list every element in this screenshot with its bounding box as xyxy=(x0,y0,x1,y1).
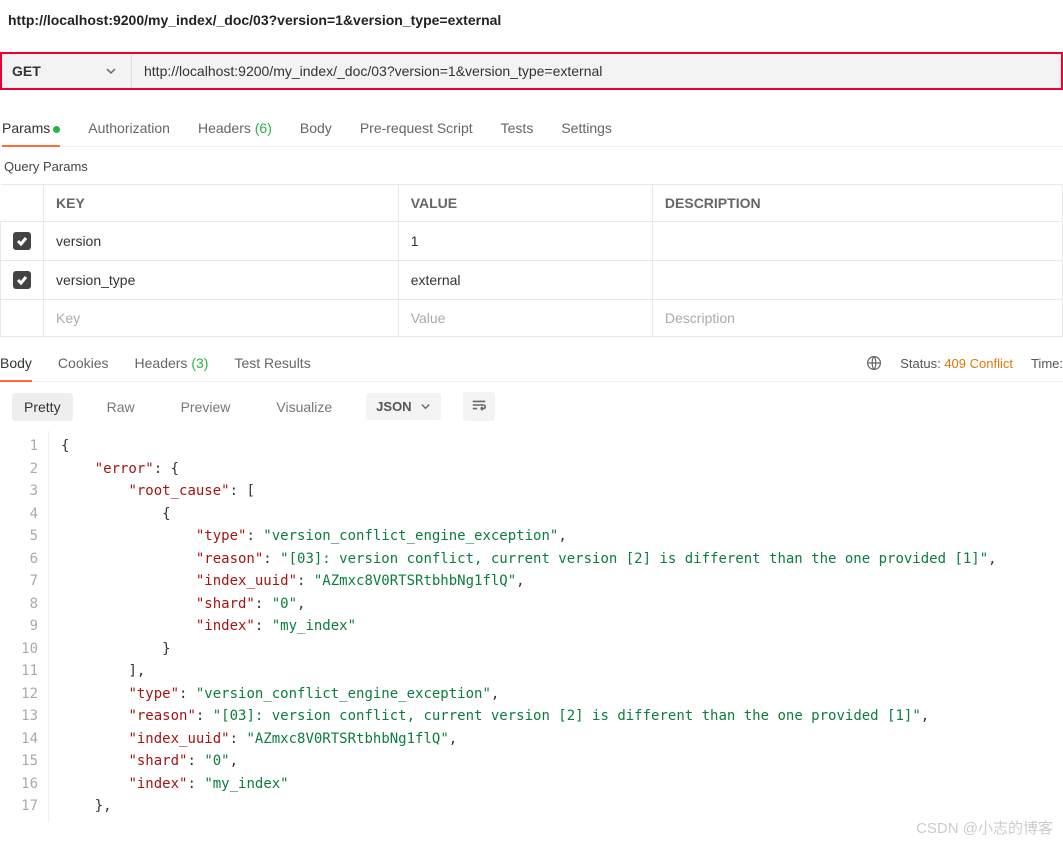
tab-prerequest[interactable]: Pre-request Script xyxy=(360,110,473,146)
cell-description-placeholder[interactable]: Description xyxy=(652,300,1062,337)
col-value: VALUE xyxy=(398,185,652,222)
request-tabs: Params Authorization Headers (6) Body Pr… xyxy=(0,110,1063,147)
json-code[interactable]: { "error": { "root_cause": [ { "type": "… xyxy=(48,431,1063,822)
request-bar: GET http://localhost:9200/my_index/_doc/… xyxy=(0,52,1063,90)
tab-body[interactable]: Body xyxy=(300,110,332,146)
cell-value[interactable]: external xyxy=(398,261,652,300)
row-checkbox[interactable] xyxy=(13,271,31,289)
response-tabs: Body Cookies Headers (3) Test Results St… xyxy=(0,345,1063,382)
method-label: GET xyxy=(12,63,41,79)
chevron-down-icon xyxy=(420,401,431,412)
wrap-icon xyxy=(471,398,487,412)
section-label: Query Params xyxy=(0,147,1063,184)
col-description: DESCRIPTION xyxy=(652,185,1062,222)
response-body: 1234567891011121314151617 { "error": { "… xyxy=(0,431,1063,822)
status-label: Status: 409 Conflict xyxy=(900,356,1013,371)
cell-value[interactable]: 1 xyxy=(398,222,652,261)
wrap-toggle[interactable] xyxy=(463,392,495,421)
resp-tab-headers[interactable]: Headers (3) xyxy=(135,345,209,381)
cell-key[interactable]: version xyxy=(44,222,399,261)
view-pretty[interactable]: Pretty xyxy=(12,393,73,421)
tab-headers[interactable]: Headers (6) xyxy=(198,110,272,146)
url-input[interactable]: http://localhost:9200/my_index/_doc/03?v… xyxy=(132,54,1061,88)
cell-description[interactable] xyxy=(652,261,1062,300)
resp-tab-cookies[interactable]: Cookies xyxy=(58,345,109,381)
globe-icon[interactable] xyxy=(866,355,882,371)
resp-tab-test-results[interactable]: Test Results xyxy=(234,345,310,381)
resp-tab-body[interactable]: Body xyxy=(0,345,32,381)
tab-params[interactable]: Params xyxy=(2,110,60,146)
row-checkbox[interactable] xyxy=(13,232,31,250)
tab-tests[interactable]: Tests xyxy=(501,110,534,146)
time-label: Time: xyxy=(1031,356,1063,371)
cell-key-placeholder[interactable]: Key xyxy=(44,300,399,337)
method-select[interactable]: GET xyxy=(2,54,132,88)
cell-description[interactable] xyxy=(652,222,1062,261)
params-table: KEY VALUE DESCRIPTION version 1 version_… xyxy=(0,184,1063,337)
chevron-down-icon xyxy=(105,65,117,77)
modified-dot-icon xyxy=(53,126,60,133)
view-raw[interactable]: Raw xyxy=(95,393,147,421)
cell-value-placeholder[interactable]: Value xyxy=(398,300,652,337)
format-select[interactable]: JSON xyxy=(366,393,440,420)
view-preview[interactable]: Preview xyxy=(169,393,243,421)
table-row: version_type external xyxy=(1,261,1063,300)
line-gutter: 1234567891011121314151617 xyxy=(0,431,48,822)
header-url: http://localhost:9200/my_index/_doc/03?v… xyxy=(0,0,1063,40)
table-row-new: Key Value Description xyxy=(1,300,1063,337)
tab-settings[interactable]: Settings xyxy=(561,110,612,146)
table-row: version 1 xyxy=(1,222,1063,261)
cell-key[interactable]: version_type xyxy=(44,261,399,300)
view-visualize[interactable]: Visualize xyxy=(264,393,344,421)
view-mode-bar: Pretty Raw Preview Visualize JSON xyxy=(0,382,1063,431)
col-key: KEY xyxy=(44,185,399,222)
tab-authorization[interactable]: Authorization xyxy=(88,110,170,146)
